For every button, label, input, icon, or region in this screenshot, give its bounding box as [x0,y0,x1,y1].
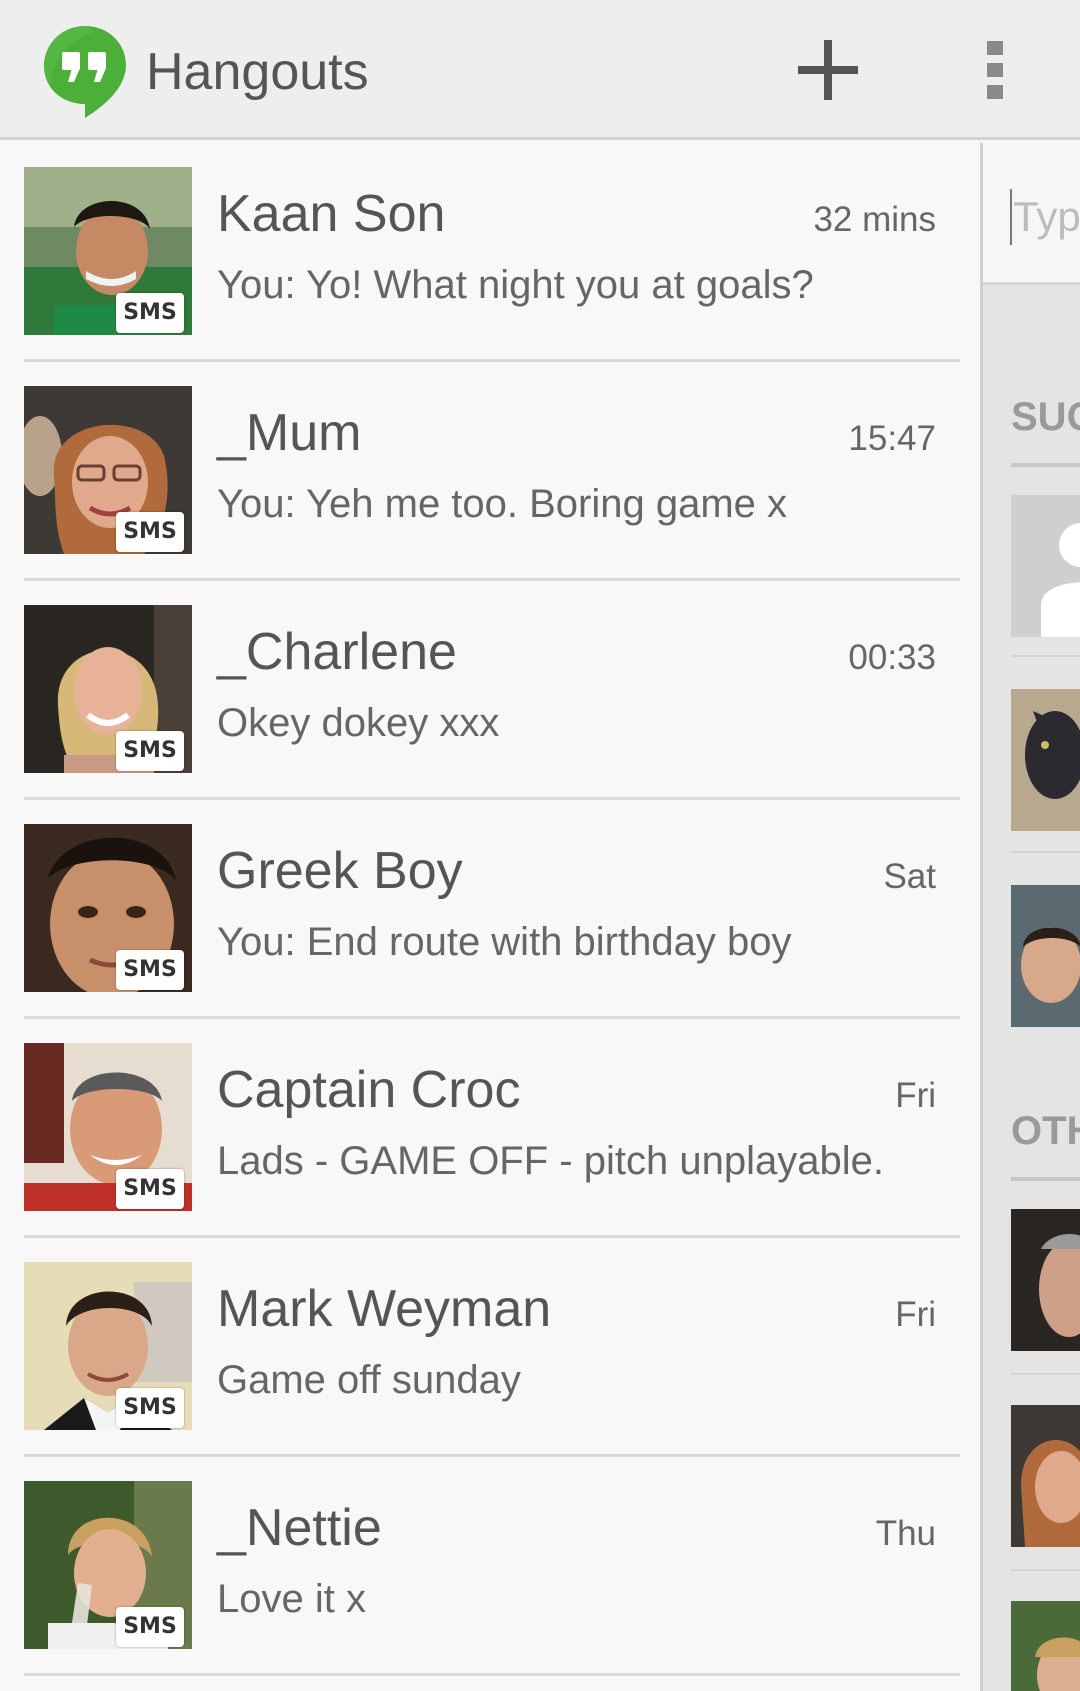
section-divider [1011,1177,1080,1181]
sms-badge: SMS [116,512,184,552]
avatar: SMS [24,167,192,335]
contact-name: _Charlene [217,623,457,681]
contact-name: Kaan Son [217,185,446,243]
new-conversation-button[interactable] [780,28,876,112]
overflow-menu-button[interactable] [960,28,1030,112]
overflow-menu-icon [987,41,1003,99]
avatar: SMS [24,605,192,773]
list-divider [1011,1569,1080,1571]
conversation-row[interactable]: SMS Kaan Son 32 mins You: Yo! What night… [24,143,960,362]
conversation-time: 00:33 [848,638,936,677]
contact-avatar[interactable] [1011,1209,1080,1351]
message-snippet: Okey dokey xxx [217,701,500,745]
sms-badge: SMS [116,293,184,333]
sms-badge: SMS [116,1388,184,1428]
hangouts-logo-icon [42,22,128,120]
text-cursor [1010,189,1012,245]
sms-badge: SMS [116,950,184,990]
list-divider [1011,1373,1080,1375]
contact-name: Mark Weyman [217,1280,552,1338]
conversation-time: 32 mins [813,200,936,239]
avatar: SMS [24,386,192,554]
contact-avatar[interactable] [1011,689,1080,831]
message-snippet: You: End route with birthday boy [217,920,792,964]
conversation-time: Fri [895,1076,936,1115]
contact-name: _Mum [217,404,362,462]
conversation-row[interactable]: SMS Greek Boy Sat You: End route with bi… [24,800,960,1019]
sms-badge: SMS [116,731,184,771]
conversation-row[interactable]: SMS _Nettie Thu Love it x [24,1457,960,1676]
message-snippet: Game off sunday [217,1358,521,1402]
message-snippet: You: Yo! What night you at goals? [217,263,814,307]
search-placeholder: Type [1013,193,1080,240]
avatar: SMS [24,1481,192,1649]
conversation-row[interactable]: SMS Captain Croc Fri Lads - GAME OFF - p… [24,1019,960,1238]
sms-badge: SMS [116,1169,184,1209]
contact-avatar[interactable] [1011,885,1080,1027]
section-divider [1011,463,1080,467]
avatar: SMS [24,1043,192,1211]
message-snippet: Love it x [217,1577,366,1621]
action-bar: Hangouts [0,0,1080,140]
list-divider [1011,655,1080,657]
contact-name: _Nettie [217,1499,382,1557]
section-header-other: OTH [1011,1109,1080,1153]
person-placeholder-icon [1041,523,1080,637]
sms-badge: SMS [116,1607,184,1647]
message-snippet: Lads - GAME OFF - pitch unplayable. [217,1139,884,1183]
list-divider [1011,851,1080,853]
section-header-suggested: SUG [1011,395,1080,439]
conversation-time: 15:47 [848,419,936,458]
contact-name: Captain Croc [217,1061,521,1119]
contact-search-field[interactable]: Type [983,143,1080,285]
conversation-time: Thu [875,1514,936,1553]
conversation-row[interactable]: SMS _Mum 15:47 You: Yeh me too. Boring g… [24,362,960,581]
conversation-list: SMS Kaan Son 32 mins You: Yo! What night… [0,143,980,1691]
avatar: SMS [24,824,192,992]
contact-avatar-placeholder[interactable] [1011,495,1080,637]
message-snippet: You: Yeh me too. Boring game x [217,482,788,526]
contact-name: Greek Boy [217,842,463,900]
contact-avatar[interactable] [1011,1405,1080,1547]
plus-icon [798,40,858,100]
conversation-row[interactable]: SMS _Charlene 00:33 Okey dokey xxx [24,581,960,800]
conversation-time: Sat [883,857,936,896]
app-title: Hangouts [146,43,369,101]
contact-avatar[interactable] [1011,1601,1080,1691]
conversation-time: Fri [895,1295,936,1334]
conversation-row[interactable]: SMS Mark Weyman Fri Game off sunday [24,1238,960,1457]
avatar: SMS [24,1262,192,1430]
contacts-side-panel: Type SUG OTH [980,143,1080,1691]
